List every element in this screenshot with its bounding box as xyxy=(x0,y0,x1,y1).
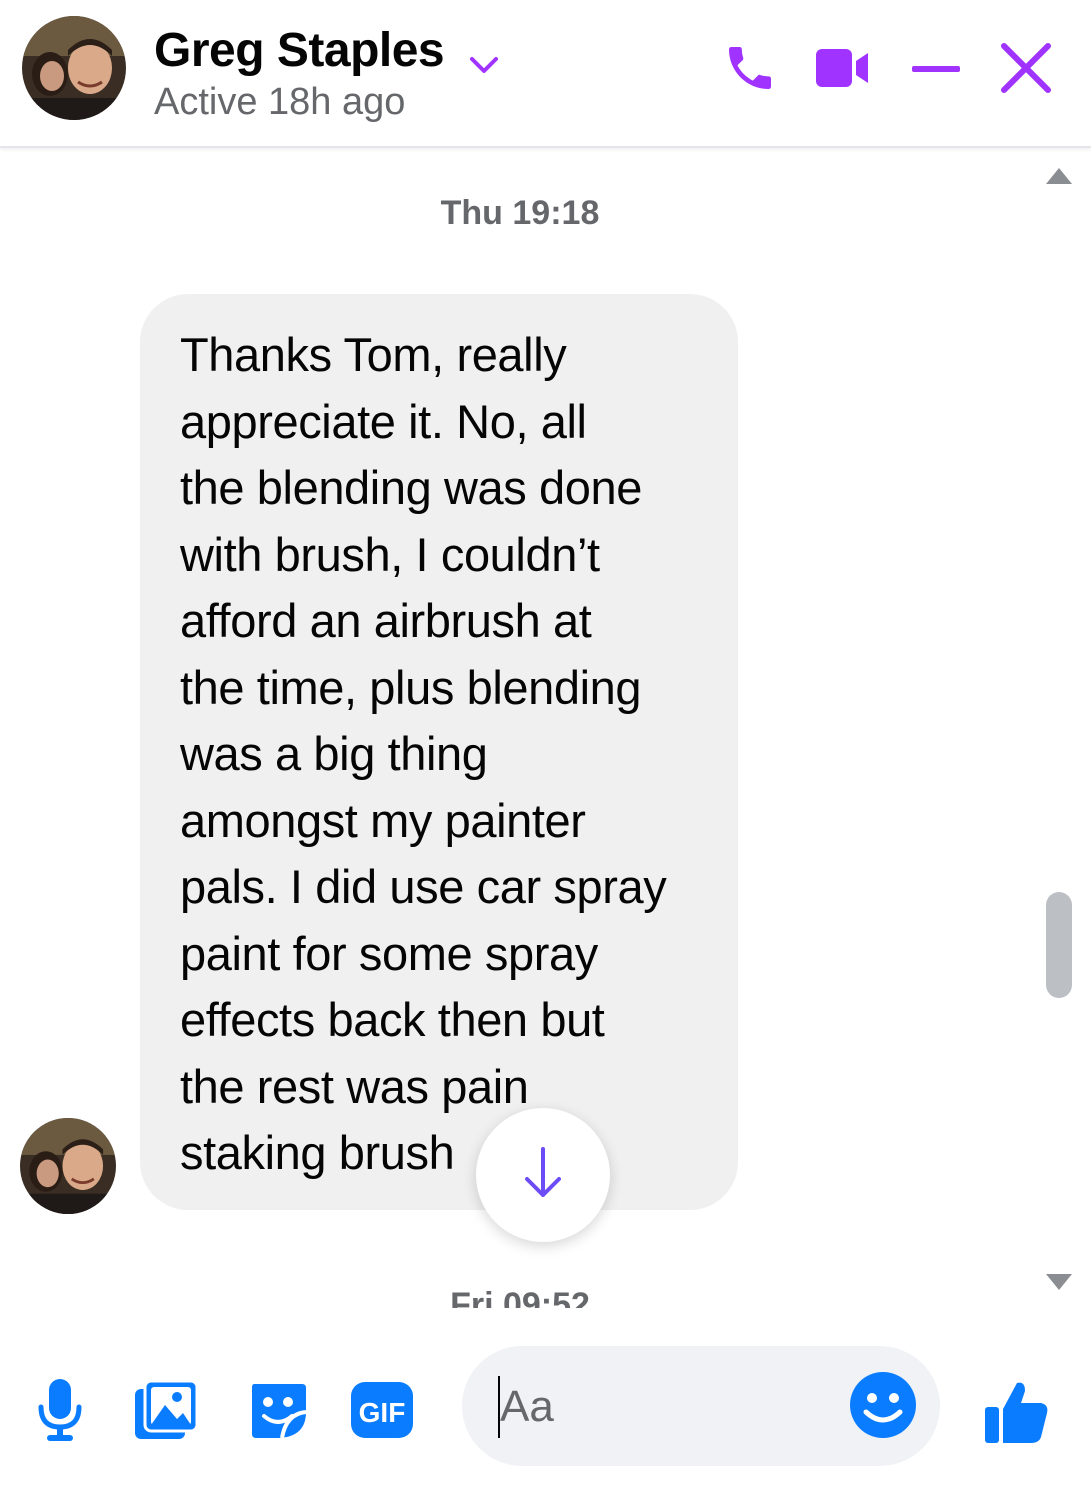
photo-icon xyxy=(133,1379,199,1446)
composer-bar: GIF xyxy=(0,1310,1091,1500)
message-timestamp: Thu 19:18 xyxy=(440,194,600,232)
emoji-button[interactable] xyxy=(846,1368,920,1442)
scroll-to-bottom-button[interactable] xyxy=(476,1108,610,1242)
message-line: amongst my painter xyxy=(180,793,586,847)
microphone-icon xyxy=(35,1377,85,1448)
chevron-down-icon[interactable] xyxy=(466,50,502,80)
phone-icon xyxy=(722,40,778,101)
arrow-down-icon xyxy=(521,1145,565,1206)
sender-avatar[interactable] xyxy=(20,1118,116,1214)
voice-clip-button[interactable] xyxy=(20,1372,100,1452)
contact-status: Active 18h ago xyxy=(154,81,406,123)
message-line: pals. I did use car spray xyxy=(180,860,667,913)
contact-name: Greg Staples xyxy=(154,24,445,77)
attach-photo-button[interactable] xyxy=(126,1372,206,1452)
scroll-down-arrow[interactable] xyxy=(1044,1272,1074,1299)
message-line: paint for some spray xyxy=(180,926,598,980)
message-line: was a big thing xyxy=(180,727,488,780)
message-line: afford an airbrush at xyxy=(180,594,592,647)
sticker-button[interactable] xyxy=(238,1372,318,1452)
scroll-up-arrow[interactable] xyxy=(1044,164,1074,191)
message-timestamp: Fri 09:52 xyxy=(450,1286,590,1308)
svg-text:GIF: GIF xyxy=(359,1397,406,1428)
video-camera-icon xyxy=(812,43,872,98)
chat-header: Greg Staples Active 18h ago xyxy=(0,0,1091,148)
message-line: Thanks Tom, really xyxy=(180,328,567,381)
scrollbar-thumb[interactable] xyxy=(1046,892,1072,998)
message-line: staking brush xyxy=(180,1126,455,1179)
message-list[interactable]: Thu 19:18 Thanks Tom, really appreciate … xyxy=(0,148,1091,1308)
chat-window: Greg Staples Active 18h ago Thu 19:18 Th… xyxy=(0,0,1091,1500)
like-button[interactable] xyxy=(974,1372,1058,1456)
gif-icon: GIF xyxy=(349,1380,415,1445)
message-input-container[interactable] xyxy=(462,1346,940,1466)
gif-button[interactable]: GIF xyxy=(342,1372,422,1452)
video-call-button[interactable] xyxy=(810,38,874,102)
text-caret xyxy=(498,1376,500,1438)
sticker-icon xyxy=(246,1378,310,1447)
close-button[interactable] xyxy=(994,38,1058,102)
message-input[interactable] xyxy=(498,1374,842,1440)
contact-avatar[interactable] xyxy=(22,16,126,120)
call-button[interactable] xyxy=(718,38,782,102)
message-line: effects back then but xyxy=(180,993,605,1046)
minimize-icon xyxy=(908,40,964,101)
message-line: the time, plus blending xyxy=(180,660,642,714)
contact-info[interactable]: Greg Staples Active 18h ago xyxy=(154,22,445,124)
message-bubble[interactable]: Thanks Tom, really appreciate it. No, al… xyxy=(140,294,738,1210)
message-line: appreciate it. No, all xyxy=(180,394,587,448)
close-icon xyxy=(996,38,1056,103)
message-line: the blending was done xyxy=(180,461,642,514)
message-line: with brush, I couldn’t xyxy=(180,527,600,581)
thumbs-up-icon xyxy=(981,1377,1051,1452)
minimize-button[interactable] xyxy=(904,38,968,102)
emoji-icon xyxy=(846,1372,920,1446)
message-line: the rest was pain xyxy=(180,1059,529,1113)
